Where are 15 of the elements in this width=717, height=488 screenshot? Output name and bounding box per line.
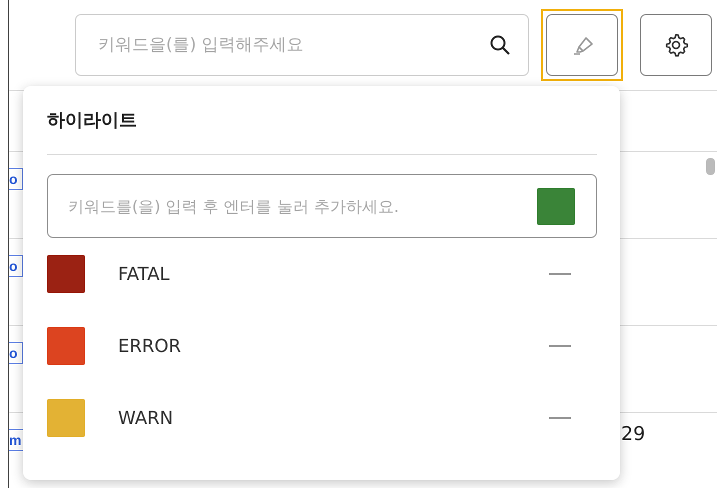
color-swatch[interactable]: [537, 188, 575, 225]
search-icon: [489, 34, 511, 56]
highlight-keyword: ERROR: [118, 336, 182, 356]
color-swatch[interactable]: [47, 399, 85, 437]
scrollbar-thumb[interactable]: [706, 158, 715, 175]
highlight-keyword: FATAL: [118, 264, 171, 284]
highlight-keyword: WARN: [118, 408, 174, 428]
table-cell: 29: [621, 423, 646, 445]
settings-button[interactable]: [640, 14, 712, 76]
popup-title: 하이라이트: [47, 109, 138, 132]
keyword-input-field[interactable]: 키워드를(을) 입력 후 엔터를 눌러 추가하세요.: [47, 174, 597, 238]
color-swatch[interactable]: [47, 255, 85, 293]
color-swatch[interactable]: [47, 327, 85, 365]
search-field[interactable]: 키워드을(를) 입력해주세요: [75, 14, 529, 76]
settings-icon: [663, 32, 689, 58]
